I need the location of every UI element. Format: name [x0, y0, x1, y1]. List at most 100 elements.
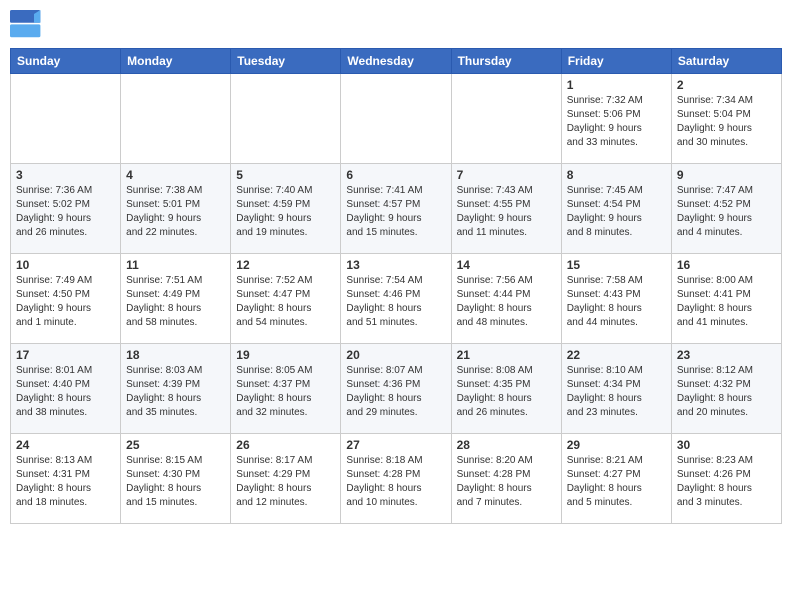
day-number: 21	[457, 348, 556, 362]
day-info: Sunrise: 7:41 AMSunset: 4:57 PMDaylight:…	[346, 184, 445, 240]
day-info: Sunrise: 8:12 AMSunset: 4:32 PMDaylight:…	[677, 364, 776, 420]
weekday-header-sunday: Sunday	[11, 49, 121, 74]
calendar-cell: 7 Sunrise: 7:43 AMSunset: 4:55 PMDaylight…	[451, 164, 561, 254]
calendar-cell: 25 Sunrise: 8:15 AMSunset: 4:30 PMDayligh…	[121, 434, 231, 524]
weekday-header-monday: Monday	[121, 49, 231, 74]
day-info: Sunrise: 8:01 AMSunset: 4:40 PMDaylight:…	[16, 364, 115, 420]
day-info: Sunrise: 7:56 AMSunset: 4:44 PMDaylight:…	[457, 274, 556, 330]
day-info: Sunrise: 7:40 AMSunset: 4:59 PMDaylight:…	[236, 184, 335, 240]
calendar-cell: 12 Sunrise: 7:52 AMSunset: 4:47 PMDayligh…	[231, 254, 341, 344]
calendar-cell: 9Sunrise: 7:47 AMSunset: 4:52 PMDaylight…	[671, 164, 781, 254]
day-number: 5	[236, 168, 335, 182]
weekday-header-friday: Friday	[561, 49, 671, 74]
day-number: 26	[236, 438, 335, 452]
day-number: 11	[126, 258, 225, 272]
day-number: 14	[457, 258, 556, 272]
day-number: 8	[567, 168, 666, 182]
calendar-cell	[451, 74, 561, 164]
calendar-table: SundayMondayTuesdayWednesdayThursdayFrid…	[10, 48, 782, 524]
calendar-cell: 4Sunrise: 7:38 AMSunset: 5:01 PMDaylight…	[121, 164, 231, 254]
day-info: Sunrise: 8:05 AMSunset: 4:37 PMDaylight:…	[236, 364, 335, 420]
day-info: Sunrise: 8:15 AMSunset: 4:30 PMDaylight:…	[126, 454, 225, 510]
calendar-cell: 21 Sunrise: 8:08 AMSunset: 4:35 PMDayligh…	[451, 344, 561, 434]
calendar-week-row: 1Sunrise: 7:32 AMSunset: 5:06 PMDaylight…	[11, 74, 782, 164]
day-info: Sunrise: 7:45 AMSunset: 4:54 PMDaylight:…	[567, 184, 666, 240]
day-info: Sunrise: 8:07 AMSunset: 4:36 PMDaylight:…	[346, 364, 445, 420]
day-number: 7	[457, 168, 556, 182]
day-number: 10	[16, 258, 115, 272]
calendar-cell: 2 Sunrise: 7:34 AMSunset: 5:04 PMDaylight…	[671, 74, 781, 164]
calendar-week-row: 3 Sunrise: 7:36 AMSunset: 5:02 PMDaylight…	[11, 164, 782, 254]
day-number: 9	[677, 168, 776, 182]
calendar-cell: 30 Sunrise: 8:23 AMSunset: 4:26 PMDayligh…	[671, 434, 781, 524]
day-number: 12	[236, 258, 335, 272]
day-info: Sunrise: 7:51 AMSunset: 4:49 PMDaylight:…	[126, 274, 225, 330]
weekday-header-wednesday: Wednesday	[341, 49, 451, 74]
day-info: Sunrise: 8:17 AMSunset: 4:29 PMDaylight:…	[236, 454, 335, 510]
calendar-cell: 11 Sunrise: 7:51 AMSunset: 4:49 PMDayligh…	[121, 254, 231, 344]
calendar-cell: 27 Sunrise: 8:18 AMSunset: 4:28 PMDayligh…	[341, 434, 451, 524]
day-info: Sunrise: 8:18 AMSunset: 4:28 PMDaylight:…	[346, 454, 445, 510]
day-number: 3	[16, 168, 115, 182]
logo-icon	[10, 10, 42, 38]
page-header	[10, 10, 782, 38]
calendar-cell: 14 Sunrise: 7:56 AMSunset: 4:44 PMDayligh…	[451, 254, 561, 344]
calendar-cell: 10 Sunrise: 7:49 AMSunset: 4:50 PMDayligh…	[11, 254, 121, 344]
calendar-cell: 6 Sunrise: 7:41 AMSunset: 4:57 PMDaylight…	[341, 164, 451, 254]
calendar-week-row: 17Sunrise: 8:01 AMSunset: 4:40 PMDayligh…	[11, 344, 782, 434]
day-info: Sunrise: 7:52 AMSunset: 4:47 PMDaylight:…	[236, 274, 335, 330]
calendar-cell: 17Sunrise: 8:01 AMSunset: 4:40 PMDayligh…	[11, 344, 121, 434]
day-info: Sunrise: 7:43 AMSunset: 4:55 PMDaylight:…	[457, 184, 556, 240]
day-number: 24	[16, 438, 115, 452]
weekday-header-tuesday: Tuesday	[231, 49, 341, 74]
day-number: 28	[457, 438, 556, 452]
day-number: 4	[126, 168, 225, 182]
calendar-cell: 26 Sunrise: 8:17 AMSunset: 4:29 PMDayligh…	[231, 434, 341, 524]
calendar-cell: 23 Sunrise: 8:12 AMSunset: 4:32 PMDayligh…	[671, 344, 781, 434]
day-number: 13	[346, 258, 445, 272]
day-info: Sunrise: 7:54 AMSunset: 4:46 PMDaylight:…	[346, 274, 445, 330]
calendar-cell: 15 Sunrise: 7:58 AMSunset: 4:43 PMDayligh…	[561, 254, 671, 344]
calendar-cell: 3 Sunrise: 7:36 AMSunset: 5:02 PMDaylight…	[11, 164, 121, 254]
day-number: 2	[677, 78, 776, 92]
day-info: Sunrise: 8:10 AMSunset: 4:34 PMDaylight:…	[567, 364, 666, 420]
calendar-cell: 13 Sunrise: 7:54 AMSunset: 4:46 PMDayligh…	[341, 254, 451, 344]
calendar-cell: 20 Sunrise: 8:07 AMSunset: 4:36 PMDayligh…	[341, 344, 451, 434]
calendar-cell: 28 Sunrise: 8:20 AMSunset: 4:28 PMDayligh…	[451, 434, 561, 524]
day-info: Sunrise: 8:03 AMSunset: 4:39 PMDaylight:…	[126, 364, 225, 420]
day-number: 23	[677, 348, 776, 362]
calendar-cell	[231, 74, 341, 164]
day-info: Sunrise: 7:58 AMSunset: 4:43 PMDaylight:…	[567, 274, 666, 330]
day-number: 19	[236, 348, 335, 362]
day-number: 20	[346, 348, 445, 362]
day-number: 1	[567, 78, 666, 92]
calendar-header-row: SundayMondayTuesdayWednesdayThursdayFrid…	[11, 49, 782, 74]
day-info: Sunrise: 8:20 AMSunset: 4:28 PMDaylight:…	[457, 454, 556, 510]
calendar-week-row: 24Sunrise: 8:13 AMSunset: 4:31 PMDayligh…	[11, 434, 782, 524]
day-number: 27	[346, 438, 445, 452]
day-info: Sunrise: 7:34 AMSunset: 5:04 PMDaylight:…	[677, 94, 776, 150]
day-info: Sunrise: 8:23 AMSunset: 4:26 PMDaylight:…	[677, 454, 776, 510]
calendar-week-row: 10 Sunrise: 7:49 AMSunset: 4:50 PMDayligh…	[11, 254, 782, 344]
day-info: Sunrise: 8:21 AMSunset: 4:27 PMDaylight:…	[567, 454, 666, 510]
calendar-cell: 19 Sunrise: 8:05 AMSunset: 4:37 PMDayligh…	[231, 344, 341, 434]
day-info: Sunrise: 8:00 AMSunset: 4:41 PMDaylight:…	[677, 274, 776, 330]
day-info: Sunrise: 8:08 AMSunset: 4:35 PMDaylight:…	[457, 364, 556, 420]
calendar-cell: 29 Sunrise: 8:21 AMSunset: 4:27 PMDayligh…	[561, 434, 671, 524]
weekday-header-thursday: Thursday	[451, 49, 561, 74]
day-number: 30	[677, 438, 776, 452]
weekday-header-saturday: Saturday	[671, 49, 781, 74]
day-number: 15	[567, 258, 666, 272]
day-number: 16	[677, 258, 776, 272]
day-info: Sunrise: 7:36 AMSunset: 5:02 PMDaylight:…	[16, 184, 115, 240]
calendar-cell: 24Sunrise: 8:13 AMSunset: 4:31 PMDayligh…	[11, 434, 121, 524]
day-number: 6	[346, 168, 445, 182]
logo	[10, 10, 46, 38]
calendar-cell	[121, 74, 231, 164]
day-number: 29	[567, 438, 666, 452]
calendar-cell: 18 Sunrise: 8:03 AMSunset: 4:39 PMDayligh…	[121, 344, 231, 434]
day-info: Sunrise: 7:49 AMSunset: 4:50 PMDaylight:…	[16, 274, 115, 330]
day-number: 18	[126, 348, 225, 362]
calendar-cell: 16 Sunrise: 8:00 AMSunset: 4:41 PMDayligh…	[671, 254, 781, 344]
day-number: 25	[126, 438, 225, 452]
